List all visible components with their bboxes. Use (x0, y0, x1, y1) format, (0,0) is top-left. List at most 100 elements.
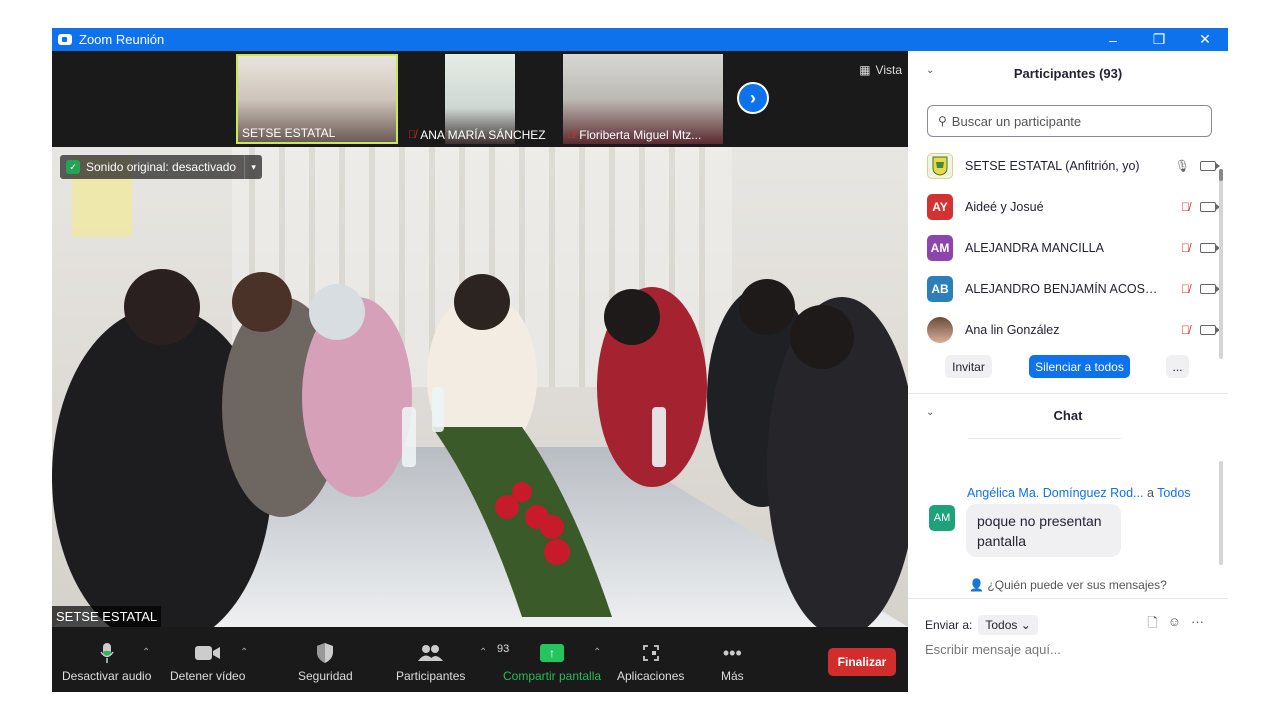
send-to-row: Enviar a: Todos ⌄ (925, 615, 1038, 635)
chat-to-prefix: a (1146, 486, 1154, 500)
participants-scroll-thumb[interactable] (1219, 169, 1223, 181)
grid-icon: ▦ (859, 63, 871, 77)
share-options-chevron-icon[interactable]: ⌃ (593, 647, 601, 658)
search-icon: ⚲ (938, 114, 947, 128)
video-area: SETSE ESTATAL 🎙̸ ANA MARÍA SÁNCHEZ 🎙̸ Fl… (52, 51, 908, 692)
mic-muted-icon[interactable]: 🎙̸ (1181, 282, 1190, 296)
invite-button[interactable]: Invitar (945, 355, 992, 378)
send-to-dropdown[interactable]: Todos ⌄ (978, 615, 1038, 635)
end-meeting-button[interactable]: Finalizar (828, 648, 896, 676)
thumbnail-label: SETSE ESTATAL (242, 126, 336, 140)
zoom-window: Zoom Reunión – ❐ ✕ SETSE ESTATAL 🎙̸ ANA … (52, 28, 1228, 692)
participant-row[interactable]: AM ALEJANDRA MANCILLA 🎙̸ (908, 227, 1220, 268)
chevron-down-icon[interactable]: ▾ (244, 155, 262, 179)
zoom-app-icon (58, 34, 72, 45)
meeting-room-video (52, 147, 908, 627)
main-video: ✓ Sonido original: desactivado ▾ SETSE E… (52, 147, 908, 627)
search-placeholder: Buscar un participante (951, 113, 1082, 129)
more-dots-icon: ••• (722, 642, 742, 663)
original-sound-toggle[interactable]: ✓ Sonido original: desactivado ▾ (60, 155, 263, 179)
chat-sender-name[interactable]: Angélica Ma. Domínguez Rod... (967, 486, 1143, 500)
participant-row[interactable]: SETSE ESTATAL (Anfitrión, yo) 🎙 (908, 145, 1220, 186)
participants-actions: Invitar Silenciar a todos ... (908, 355, 1228, 379)
share-screen-button[interactable]: ↑ Compartir pantalla (503, 641, 601, 683)
apps-icon (642, 641, 660, 665)
avatar (927, 316, 953, 343)
speaker-name-tag: SETSE ESTATAL (52, 606, 162, 627)
apps-button[interactable]: Aplicaciones (617, 641, 684, 683)
video-camera-icon[interactable] (1200, 160, 1220, 171)
participant-name: Ana lin González (965, 322, 1060, 337)
video-camera-icon[interactable] (1200, 201, 1220, 212)
more-button[interactable]: ••• Más (721, 641, 744, 684)
video-camera-icon (194, 641, 221, 665)
security-button[interactable]: Seguridad (298, 641, 353, 683)
restore-button[interactable]: ❐ (1136, 28, 1182, 51)
view-button[interactable]: ▦ Vista (859, 63, 902, 77)
avatar: AB (927, 275, 953, 302)
more-options-icon[interactable]: ··· (1191, 614, 1204, 636)
participant-name: Aideé y Josué (965, 199, 1044, 214)
chat-message-bubble: poque no presentan pantalla (966, 504, 1121, 557)
mic-muted-icon: 🎙̸ (567, 129, 576, 141)
person-info-icon: 👤 (969, 578, 985, 592)
thumbnail-label: Floriberta Miguel Mtz... (579, 128, 702, 142)
share-screen-icon: ↑ (540, 644, 565, 662)
mic-muted-icon: 🎙̸ (408, 129, 417, 141)
side-panel: ⌄ Participantes (93) ⚲ Buscar un partici… (908, 51, 1228, 692)
participants-title: Participantes (93) (1013, 65, 1123, 81)
video-camera-icon[interactable] (1200, 324, 1220, 335)
sound-status-text: Sonido original: desactivado (86, 160, 237, 174)
next-page-button[interactable]: › (737, 82, 769, 114)
file-icon[interactable]: 🗋 (1147, 614, 1157, 636)
compose-icons: 🗋 ☺ ··· (1147, 614, 1204, 636)
view-label: Vista (875, 63, 902, 77)
chat-message-header: Angélica Ma. Domínguez Rod... a Todos (967, 486, 1191, 500)
participant-search-input[interactable]: ⚲ Buscar un participante (927, 105, 1212, 137)
shield-check-icon: ✓ (66, 160, 80, 174)
mic-muted-icon[interactable]: 🎙̸ (1181, 241, 1190, 255)
shield-icon (316, 641, 334, 665)
participant-name: ALEJANDRO BENJAMÍN ACOST... (965, 281, 1160, 296)
thumbnail-ana-label-area: 🎙̸ ANA MARÍA SÁNCHEZ (404, 54, 556, 144)
participant-name: ALEJANDRA MANCILLA (965, 240, 1104, 255)
participant-name: SETSE ESTATAL (Anfitrión, yo) (965, 158, 1140, 173)
close-button[interactable]: ✕ (1182, 28, 1228, 51)
participants-button[interactable]: Participantes (396, 641, 465, 683)
participants-more-button[interactable]: ... (1166, 355, 1189, 378)
mic-muted-icon[interactable]: 🎙̸ (1181, 323, 1190, 337)
microphone-icon (100, 641, 114, 665)
avatar (927, 152, 953, 179)
participants-icon (417, 641, 444, 665)
minimize-button[interactable]: – (1090, 28, 1136, 51)
mute-audio-button[interactable]: Desactivar audio (62, 641, 151, 683)
who-sees-text: ¿Quién puede ver sus mensajes? (987, 578, 1167, 592)
emoji-icon[interactable]: ☺ (1168, 614, 1181, 636)
participants-options-chevron-icon[interactable]: ⌃ (479, 647, 487, 658)
video-options-chevron-icon[interactable]: ⌃ (240, 647, 248, 658)
video-camera-icon[interactable] (1200, 283, 1220, 294)
microphone-icon[interactable]: 🎙 (1175, 159, 1190, 173)
thumbnail-floriberta[interactable]: 🎙̸ Floriberta Miguel Mtz... (563, 54, 723, 144)
mute-all-button[interactable]: Silenciar a todos (1029, 355, 1130, 378)
participant-row[interactable]: AB ALEJANDRO BENJAMÍN ACOST... 🎙̸ (908, 268, 1220, 309)
thumbnail-setse[interactable]: SETSE ESTATAL (236, 54, 398, 144)
video-camera-icon[interactable] (1200, 242, 1220, 253)
chat-separator (968, 438, 1121, 439)
participants-scrollbar[interactable] (1219, 169, 1223, 359)
participant-row[interactable]: Ana lin González 🎙̸ (908, 309, 1220, 350)
chat-recipient: Todos (1157, 486, 1191, 500)
chat-scrollbar[interactable] (1219, 461, 1223, 565)
window-title: Zoom Reunión (79, 32, 165, 47)
mic-muted-icon[interactable]: 🎙̸ (1181, 200, 1190, 214)
audio-options-chevron-icon[interactable]: ⌃ (142, 647, 150, 658)
chat-message-input[interactable]: Escribir mensaje aquí... (925, 642, 1061, 657)
participants-list: SETSE ESTATAL (Anfitrión, yo) 🎙 AY Aideé… (908, 145, 1220, 350)
meeting-toolbar: Desactivar audio ⌃ Detener vídeo ⌃ Segur… (52, 627, 908, 692)
participant-row[interactable]: AY Aideé y Josué 🎙̸ (908, 186, 1220, 227)
title-bar: Zoom Reunión – ❐ ✕ (52, 28, 1228, 51)
avatar: AM (927, 234, 953, 261)
thumbnail-strip: SETSE ESTATAL 🎙̸ ANA MARÍA SÁNCHEZ 🎙̸ Fl… (52, 51, 908, 147)
stop-video-button[interactable]: Detener vídeo (170, 641, 245, 683)
who-can-see-messages[interactable]: 👤 ¿Quién puede ver sus mensajes? (908, 578, 1228, 592)
